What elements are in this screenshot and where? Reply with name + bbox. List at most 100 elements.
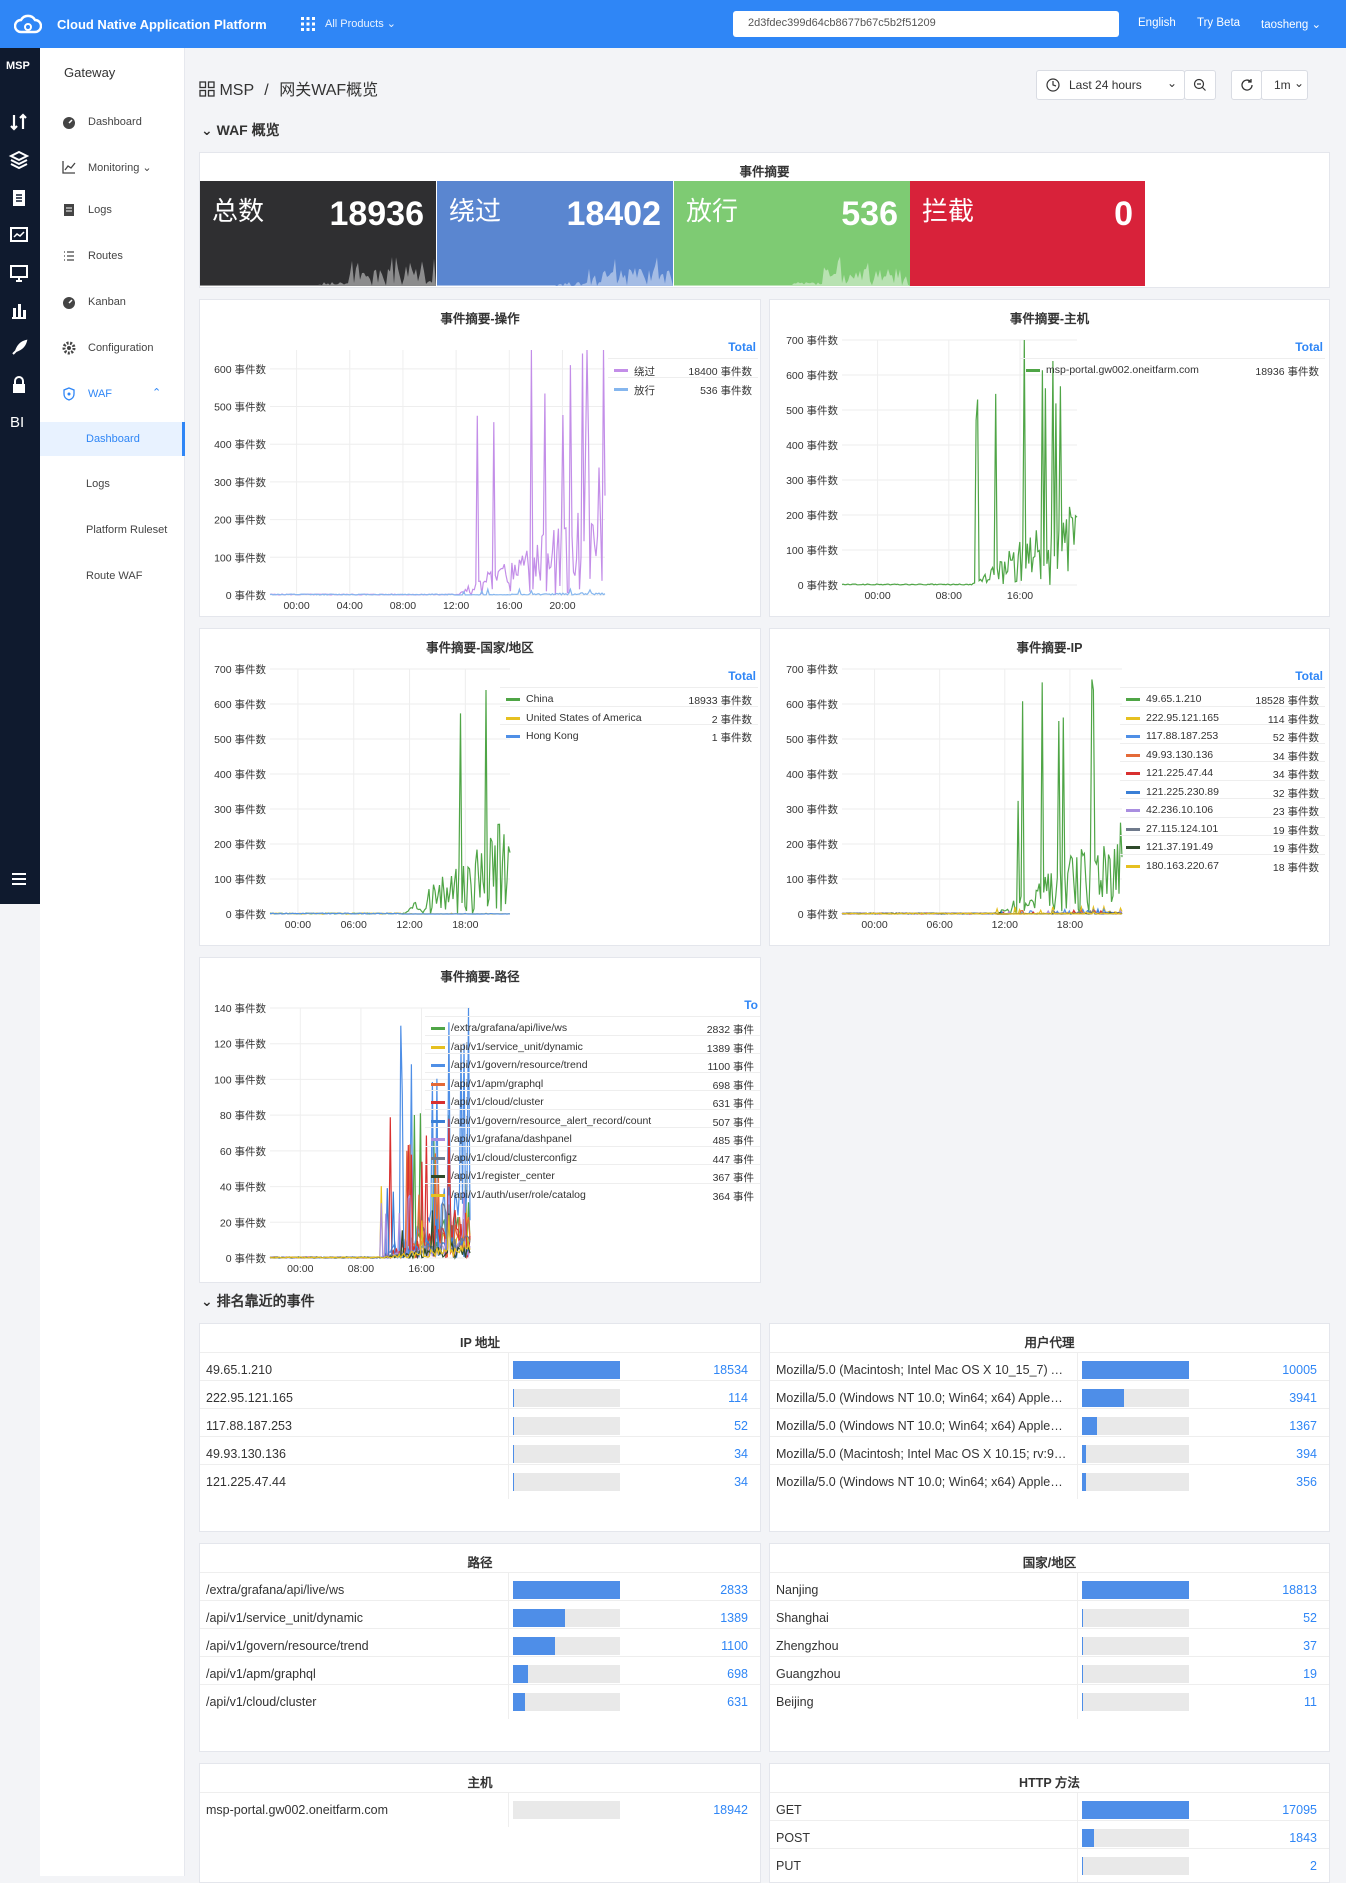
breadcrumb-root[interactable]: MSP [219,82,253,99]
list-icon [64,251,74,261]
row-value[interactable]: 34 [734,1447,748,1461]
nav-item-kanban[interactable]: Kanban [40,287,185,317]
row-value[interactable]: 37 [1303,1639,1317,1653]
app-title[interactable]: Cloud Native Application Platform [57,17,267,32]
row-value[interactable]: 1100 [721,1639,748,1653]
sort-icon[interactable] [8,111,30,133]
apps-grid-icon[interactable] [298,14,318,34]
table-row[interactable]: /api/v1/cloud/cluster 631 [200,1684,760,1719]
menu-icon[interactable] [8,868,30,890]
row-value[interactable]: 10005 [1282,1363,1317,1377]
table-row[interactable]: PUT 2 [770,1848,1329,1882]
legend-swatch [1026,369,1040,372]
row-value[interactable]: 356 [1296,1475,1317,1489]
y-tick-label: 600 事件数 [786,369,838,382]
row-value[interactable]: 698 [727,1667,748,1681]
clipboard-icon[interactable] [8,187,30,209]
lock-icon[interactable] [8,374,30,396]
stat-card-value: 536 [841,195,898,233]
all-products-dropdown[interactable]: All Products ⌄ [325,17,396,30]
table-panel-http-method: HTTP 方法 GET 17095 POST 1843 PUT 2 [769,1763,1330,1883]
stat-card[interactable]: 总数 18936 [200,181,436,286]
legend-item[interactable]: /api/v1/auth/user/role/catalog 364 事件 [425,1182,760,1205]
row-value[interactable]: 11 [1304,1695,1317,1709]
row-value[interactable]: 3941 [1289,1391,1317,1405]
layers-icon[interactable] [8,149,30,171]
row-value[interactable]: 1843 [1289,1831,1317,1845]
row-value[interactable]: 18534 [713,1363,748,1377]
row-value[interactable]: 19 [1303,1667,1317,1681]
stat-card[interactable]: 绕过 18402 [437,181,673,286]
row-value[interactable]: 631 [727,1695,748,1709]
nav-sub-platform-ruleset[interactable]: Platform Ruleset [40,515,185,545]
row-value[interactable]: 52 [1303,1611,1317,1625]
nav-sub-route-waf[interactable]: Route WAF [40,561,185,591]
msp-label[interactable]: MSP [6,60,30,72]
user-name: taosheng [1261,19,1309,31]
section-recent-events[interactable]: ⌄ 排名靠近的事件 [201,1291,315,1311]
bi-icon[interactable]: BI [8,410,30,432]
dashboard-icon[interactable] [8,224,30,246]
row-value[interactable]: 114 [728,1391,748,1405]
user-menu[interactable]: taosheng ⌄ [1261,17,1321,31]
language-switch[interactable]: English [1138,17,1176,29]
chart-panel-path: 事件摘要-路径 0 事件数 20 事件数 40 事件数 60 事件数 80 事件数 100 … [199,957,761,1283]
table-row[interactable]: msp-portal.gw002.oneitfarm.com 18942 [200,1792,760,1827]
x-tick-label: 00:00 [285,919,311,931]
nav-item-configuration[interactable]: Configuration [40,333,185,363]
row-value[interactable]: 17095 [1282,1803,1317,1817]
row-label: PUT [776,1859,801,1873]
bar-chart-icon[interactable] [8,299,30,321]
row-value[interactable]: 34 [734,1475,748,1489]
try-beta-link[interactable]: Try Beta [1197,17,1240,29]
chevron-up-icon: ⌃ [152,387,162,399]
line-chart-icon [62,161,76,174]
nav-item-logs[interactable]: Logs [40,195,185,225]
row-value[interactable]: 2 [1310,1859,1317,1873]
legend-name: /api/v1/cloud/cluster [451,1096,544,1108]
nav-item-waf[interactable]: WAF ⌃ [40,379,185,409]
nav-sub-waf-logs[interactable]: Logs [40,469,185,499]
x-tick-label: 00:00 [864,590,890,602]
table-row[interactable]: Beijing 11 [770,1684,1329,1719]
nav-item-routes[interactable]: Routes [40,241,185,271]
cloud-logo-icon[interactable] [14,12,42,36]
row-label: Nanjing [776,1583,819,1597]
nav-item-dashboard[interactable]: Dashboard [40,107,185,137]
row-value[interactable]: 1389 [720,1611,748,1625]
y-tick-label: 400 事件数 [786,768,838,781]
legend-item[interactable]: msp-portal.gw002.oneitfarm.com 18936 事件数 [1020,358,1325,380]
stat-card[interactable]: 放行 536 [674,181,910,286]
row-value[interactable]: 394 [1296,1447,1317,1461]
table-row[interactable]: 121.225.47.44 34 [200,1464,760,1499]
row-value[interactable]: 18813 [1282,1583,1317,1597]
nav-sub-waf-dashboard[interactable]: Dashboard [40,422,185,456]
svg-text:BI: BI [10,414,24,431]
legend-value: 536 事件数 [700,384,752,397]
row-value[interactable]: 2833 [720,1583,748,1597]
row-value[interactable]: 52 [734,1419,748,1433]
series-line [269,349,606,596]
legend-swatch [506,735,520,738]
table-row[interactable]: Mozilla/5.0 (Windows NT 10.0; Win64; x64… [770,1464,1329,1499]
stat-card[interactable]: 拦截 0 [910,181,1145,286]
row-value[interactable]: 1367 [1289,1419,1317,1433]
refresh-interval-dropdown[interactable]: 1m ⌄ [1261,70,1308,100]
row-value[interactable]: 18942 [713,1803,748,1817]
y-tick-label: 200 事件数 [214,838,266,851]
legend-item[interactable]: Hong Kong 1 事件数 [500,724,758,746]
monitor-icon[interactable] [8,262,30,284]
legend-item[interactable]: 放行 536 事件数 [608,376,758,399]
section-waf-overview[interactable]: ⌄ WAF 概览 [201,120,280,140]
legend-item[interactable]: 180.163.220.67 18 事件数 [1120,853,1325,876]
refresh-button[interactable] [1231,70,1262,100]
time-range-picker[interactable]: Last 24 hours ⌄ [1036,70,1185,100]
search-input[interactable]: 2d3fdec399d64cb8677b67c5b2f51209 [733,11,1119,37]
nav-item-monitoring[interactable]: Monitoring ⌄ [40,152,185,182]
rocket-icon[interactable] [8,337,30,359]
nav-item-label: Routes [88,250,123,262]
legend-name: 42.236.10.106 [1146,804,1214,816]
legend-swatch [1126,827,1140,831]
zoom-out-button[interactable] [1184,70,1216,100]
legend-swatch [431,1082,445,1086]
